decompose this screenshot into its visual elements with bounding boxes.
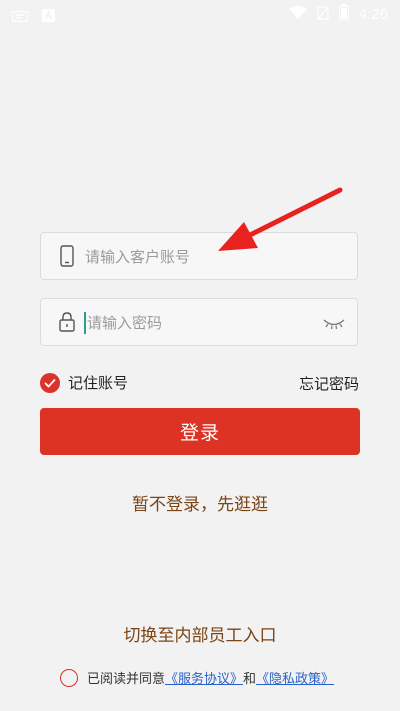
agreement-prefix: 已阅读并同意 bbox=[87, 672, 166, 687]
checkmark-icon bbox=[40, 372, 60, 393]
guest-browse-link[interactable]: 暂不登录，先逛逛 bbox=[0, 490, 400, 515]
annotation-arrow-icon bbox=[218, 187, 343, 251]
agreement-row: 已阅读并同意 《服务协议》 和 《隐私政策》 bbox=[60, 668, 334, 687]
message-icon bbox=[11, 7, 29, 26]
remember-account-toggle[interactable]: 记住账号 bbox=[40, 372, 128, 393]
privacy-policy-link[interactable]: 《隐私政策》 bbox=[256, 668, 334, 687]
eye-closed-icon[interactable] bbox=[323, 315, 345, 330]
forgot-password-link[interactable]: 忘记密码 bbox=[299, 373, 359, 394]
wifi-icon bbox=[288, 5, 307, 24]
remember-account-label: 记住账号 bbox=[68, 374, 129, 392]
staff-entrance-link[interactable]: 切换至内部员工入口 bbox=[0, 621, 400, 646]
notification-a-icon bbox=[42, 7, 55, 26]
agreement-checkbox[interactable] bbox=[60, 668, 78, 687]
account-placeholder: 请输入客户账号 bbox=[85, 248, 191, 266]
password-field[interactable]: 请输入密码 bbox=[40, 298, 358, 346]
status-time: 4:26 bbox=[358, 5, 388, 23]
password-placeholder: 请输入密码 bbox=[87, 314, 163, 332]
text-caret bbox=[84, 312, 86, 334]
phone-icon bbox=[58, 245, 76, 267]
agreement-conjunction: 和 bbox=[243, 672, 257, 687]
status-left bbox=[11, 7, 55, 26]
status-right: 4:26 bbox=[288, 4, 388, 24]
account-field[interactable]: 请输入客户账号 bbox=[40, 232, 358, 280]
service-agreement-link[interactable]: 《服务协议》 bbox=[165, 668, 243, 687]
lock-icon bbox=[58, 311, 76, 333]
login-button[interactable]: 登录 bbox=[40, 408, 360, 455]
status-bar: 4:26 bbox=[0, 0, 400, 26]
no-sim-icon bbox=[316, 5, 330, 24]
battery-icon bbox=[338, 4, 349, 24]
